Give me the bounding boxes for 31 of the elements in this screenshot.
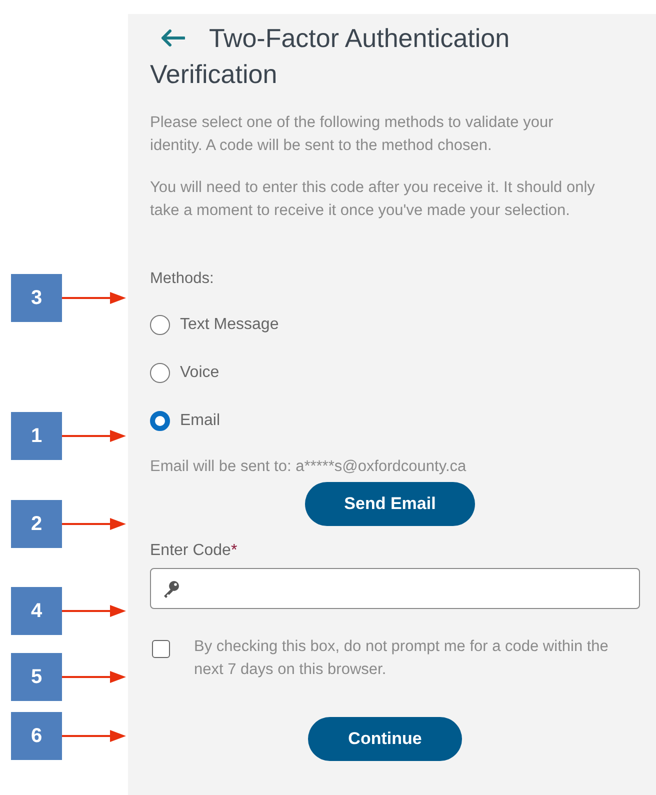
callout-arrow bbox=[62, 518, 126, 530]
method-label[interactable]: Voice bbox=[180, 364, 220, 382]
methods-label: Methods: bbox=[150, 270, 215, 288]
method-label[interactable]: Email bbox=[180, 412, 220, 430]
callout-number: 2 bbox=[11, 500, 62, 548]
callout-number: 5 bbox=[11, 653, 62, 701]
callout-number: 6 bbox=[11, 712, 62, 760]
code-label: Enter Code* bbox=[150, 542, 238, 560]
remember-checkbox[interactable] bbox=[152, 640, 170, 658]
continue-button[interactable]: Continue bbox=[308, 717, 462, 761]
method-label[interactable]: Text Message bbox=[180, 316, 279, 334]
callout-arrow bbox=[62, 605, 126, 617]
callout-arrow bbox=[62, 671, 126, 683]
email-note: Email will be sent to: a*****s@oxfordcounty.ca bbox=[150, 458, 468, 476]
callout-number: 4 bbox=[11, 587, 62, 635]
radio-button[interactable] bbox=[150, 411, 170, 431]
send-email-button[interactable]: Send Email bbox=[305, 482, 475, 526]
callout-arrow bbox=[62, 292, 126, 304]
instructions-text: Please select one of the following methods to validate your identity. A code will be sent to the method chosen. bbox=[150, 113, 554, 156]
callout-arrow bbox=[62, 430, 126, 442]
code-input-field[interactable] bbox=[150, 568, 640, 609]
radio-button[interactable] bbox=[150, 315, 170, 335]
back-arrow-icon[interactable] bbox=[160, 29, 185, 47]
instructions-text: You will need to enter this code after you receive it. It should only take a moment to receive it once you've made your selection. bbox=[150, 178, 596, 220]
callout-number: 3 bbox=[11, 274, 62, 322]
callout-number: 1 bbox=[11, 412, 62, 460]
page-title: Two-Factor Authentication bbox=[209, 22, 510, 55]
callout-arrow bbox=[62, 730, 126, 742]
radio-button[interactable] bbox=[150, 363, 170, 383]
remember-label: By checking this box, do not prompt me for a code within the next 7 days on this browser. bbox=[194, 637, 610, 680]
page-title: Verification bbox=[150, 59, 278, 89]
